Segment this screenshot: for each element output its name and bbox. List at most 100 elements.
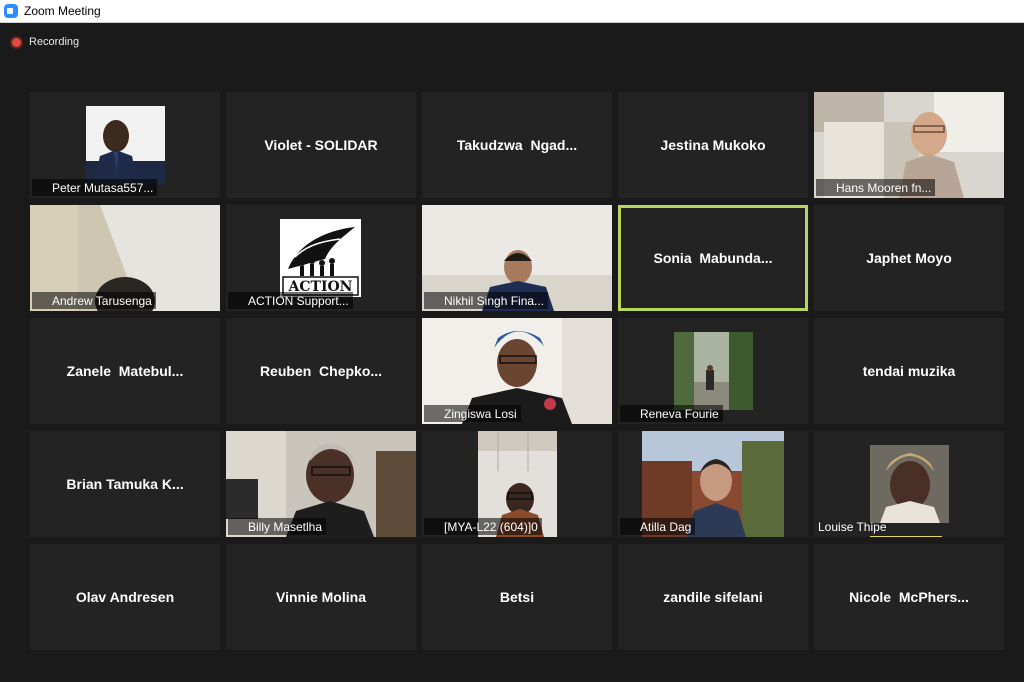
muted-microphone-icon	[426, 634, 438, 646]
participant-name-label: ACTION Support...	[228, 292, 353, 309]
participant-display-name: tendai muzika	[862, 363, 956, 379]
participant-display-name: Betsi	[499, 589, 535, 605]
muted-microphone-icon	[426, 182, 438, 194]
recording-dot-icon	[12, 37, 21, 47]
participant-name-label	[816, 631, 840, 648]
participant-name-label: Reneva Fourie	[620, 405, 723, 422]
participant-name-label	[816, 292, 840, 309]
title-bar: Zoom Meeting	[0, 0, 1024, 23]
muted-microphone-icon	[230, 295, 242, 307]
participant-name: Zingiswa Losi	[444, 406, 517, 421]
participant-name: Louise Thipe	[818, 519, 887, 534]
window-title: Zoom Meeting	[24, 4, 101, 18]
profile-photo	[86, 106, 165, 184]
participant-name: [MYA-L22 (604)]0	[444, 519, 538, 534]
participant-display-name: Olav Andresen	[75, 589, 175, 605]
muted-microphone-icon	[34, 634, 46, 646]
muted-microphone-icon	[34, 408, 46, 420]
participant-name-label	[228, 405, 252, 422]
muted-microphone-icon	[230, 634, 242, 646]
muted-microphone-icon	[34, 295, 46, 307]
profile-photo	[674, 332, 753, 410]
participant-name: Atilla Dag	[640, 519, 692, 534]
muted-microphone-icon	[818, 182, 830, 194]
participant-name: Andrew Tarusenga	[52, 293, 152, 308]
participant-name-label	[228, 631, 252, 648]
muted-microphone-icon	[34, 521, 46, 533]
participant-tile[interactable]: Nicole McPhers...	[814, 544, 1004, 650]
participant-name: ACTION Support...	[248, 293, 349, 308]
participant-tile[interactable]: Nikhil Singh Fina...	[422, 205, 612, 311]
participant-tile[interactable]: Brian Tamuka K...	[30, 431, 220, 537]
muted-microphone-icon	[426, 521, 438, 533]
participant-tile[interactable]: Betsi	[422, 544, 612, 650]
participant-display-name: Brian Tamuka K...	[66, 476, 184, 492]
recording-indicator[interactable]: Recording	[12, 36, 79, 48]
participant-tile[interactable]: Takudzwa Ngad...	[422, 92, 612, 198]
participant-tile[interactable]: Reuben Chepko...	[226, 318, 416, 424]
participant-name-label: Zingiswa Losi	[424, 405, 521, 422]
participant-display-name: Violet - SOLIDAR	[264, 137, 378, 153]
participant-name-label	[620, 631, 644, 648]
participant-tile[interactable]: Japhet Moyo	[814, 205, 1004, 311]
participant-name-label	[228, 179, 252, 196]
participant-tile[interactable]: tendai muzika	[814, 318, 1004, 424]
participant-display-name: Jestina Mukoko	[660, 137, 766, 153]
muted-microphone-icon	[230, 182, 242, 194]
participant-display-name: Takudzwa Ngad...	[456, 137, 578, 153]
gallery-grid: Peter Mutasa557... Violet - SOLIDAR Taku…	[30, 92, 1004, 650]
participant-tile[interactable]: Zingiswa Losi	[422, 318, 612, 424]
action-logo: ACTION	[280, 219, 361, 297]
muted-microphone-icon	[230, 408, 242, 420]
profile-photo	[870, 445, 949, 523]
participant-name-label: Louise Thipe	[816, 518, 891, 535]
participant-name-label: [MYA-L22 (604)]0	[424, 518, 542, 535]
participant-name-label: Nikhil Singh Fina...	[424, 292, 549, 309]
participant-tile[interactable]: zandile sifelani	[618, 544, 808, 650]
participant-tile[interactable]: Jestina Mukoko	[618, 92, 808, 198]
participant-tile[interactable]: ACTION ACTION Support...	[226, 205, 416, 311]
participant-tile[interactable]: Peter Mutasa557...	[30, 92, 220, 198]
muted-microphone-icon	[818, 634, 830, 646]
participant-name: Billy Masetlha	[248, 519, 323, 534]
participant-name: Peter Mutasa557...	[52, 180, 154, 195]
participant-name-label	[816, 405, 840, 422]
participant-display-name: Nicole McPhers...	[849, 589, 969, 605]
participant-name-label	[32, 405, 56, 422]
participant-tile[interactable]: Reneva Fourie	[618, 318, 808, 424]
muted-microphone-icon	[818, 295, 830, 307]
participant-tile[interactable]: Hans Mooren fn...	[814, 92, 1004, 198]
participant-tile[interactable]: Andrew Tarusenga	[30, 205, 220, 311]
participant-name-label: Peter Mutasa557...	[32, 179, 158, 196]
participant-name: Hans Mooren fn...	[836, 180, 932, 195]
participant-tile[interactable]: [MYA-L22 (604)]0	[422, 431, 612, 537]
active-speaker-tile[interactable]: Sonia Mabunda...	[618, 205, 808, 311]
participant-name-label: Atilla Dag	[620, 518, 696, 535]
participant-tile[interactable]: Violet - SOLIDAR	[226, 92, 416, 198]
participant-name-label: Billy Masetlha	[228, 518, 327, 535]
participant-tile[interactable]: Atilla Dag	[618, 431, 808, 537]
muted-microphone-icon	[622, 521, 634, 533]
muted-microphone-icon	[622, 634, 634, 646]
participant-name: Reneva Fourie	[640, 406, 719, 421]
participant-name-label	[32, 518, 56, 535]
muted-microphone-icon	[426, 295, 438, 307]
participant-name-label	[424, 631, 448, 648]
participant-tile[interactable]: Zanele Matebul...	[30, 318, 220, 424]
participant-name: Nikhil Singh Fina...	[444, 293, 545, 308]
muted-microphone-icon	[622, 182, 634, 194]
participant-tile[interactable]: Billy Masetlha	[226, 431, 416, 537]
participant-display-name: zandile sifelani	[663, 589, 763, 605]
recording-label: Recording	[29, 36, 80, 48]
participant-name-label	[620, 179, 644, 196]
participant-display-name: Japhet Moyo	[866, 250, 952, 266]
participant-tile[interactable]: Olav Andresen	[30, 544, 220, 650]
participant-display-name: Zanele Matebul...	[66, 363, 184, 379]
participant-display-name: Vinnie Molina	[276, 589, 366, 605]
participant-tile[interactable]: Vinnie Molina	[226, 544, 416, 650]
participant-name-label	[424, 179, 448, 196]
participant-tile[interactable]: Louise Thipe	[814, 431, 1004, 537]
zoom-app-icon	[4, 4, 18, 18]
muted-microphone-icon	[818, 408, 830, 420]
participant-display-name: Reuben Chepko...	[259, 363, 383, 379]
